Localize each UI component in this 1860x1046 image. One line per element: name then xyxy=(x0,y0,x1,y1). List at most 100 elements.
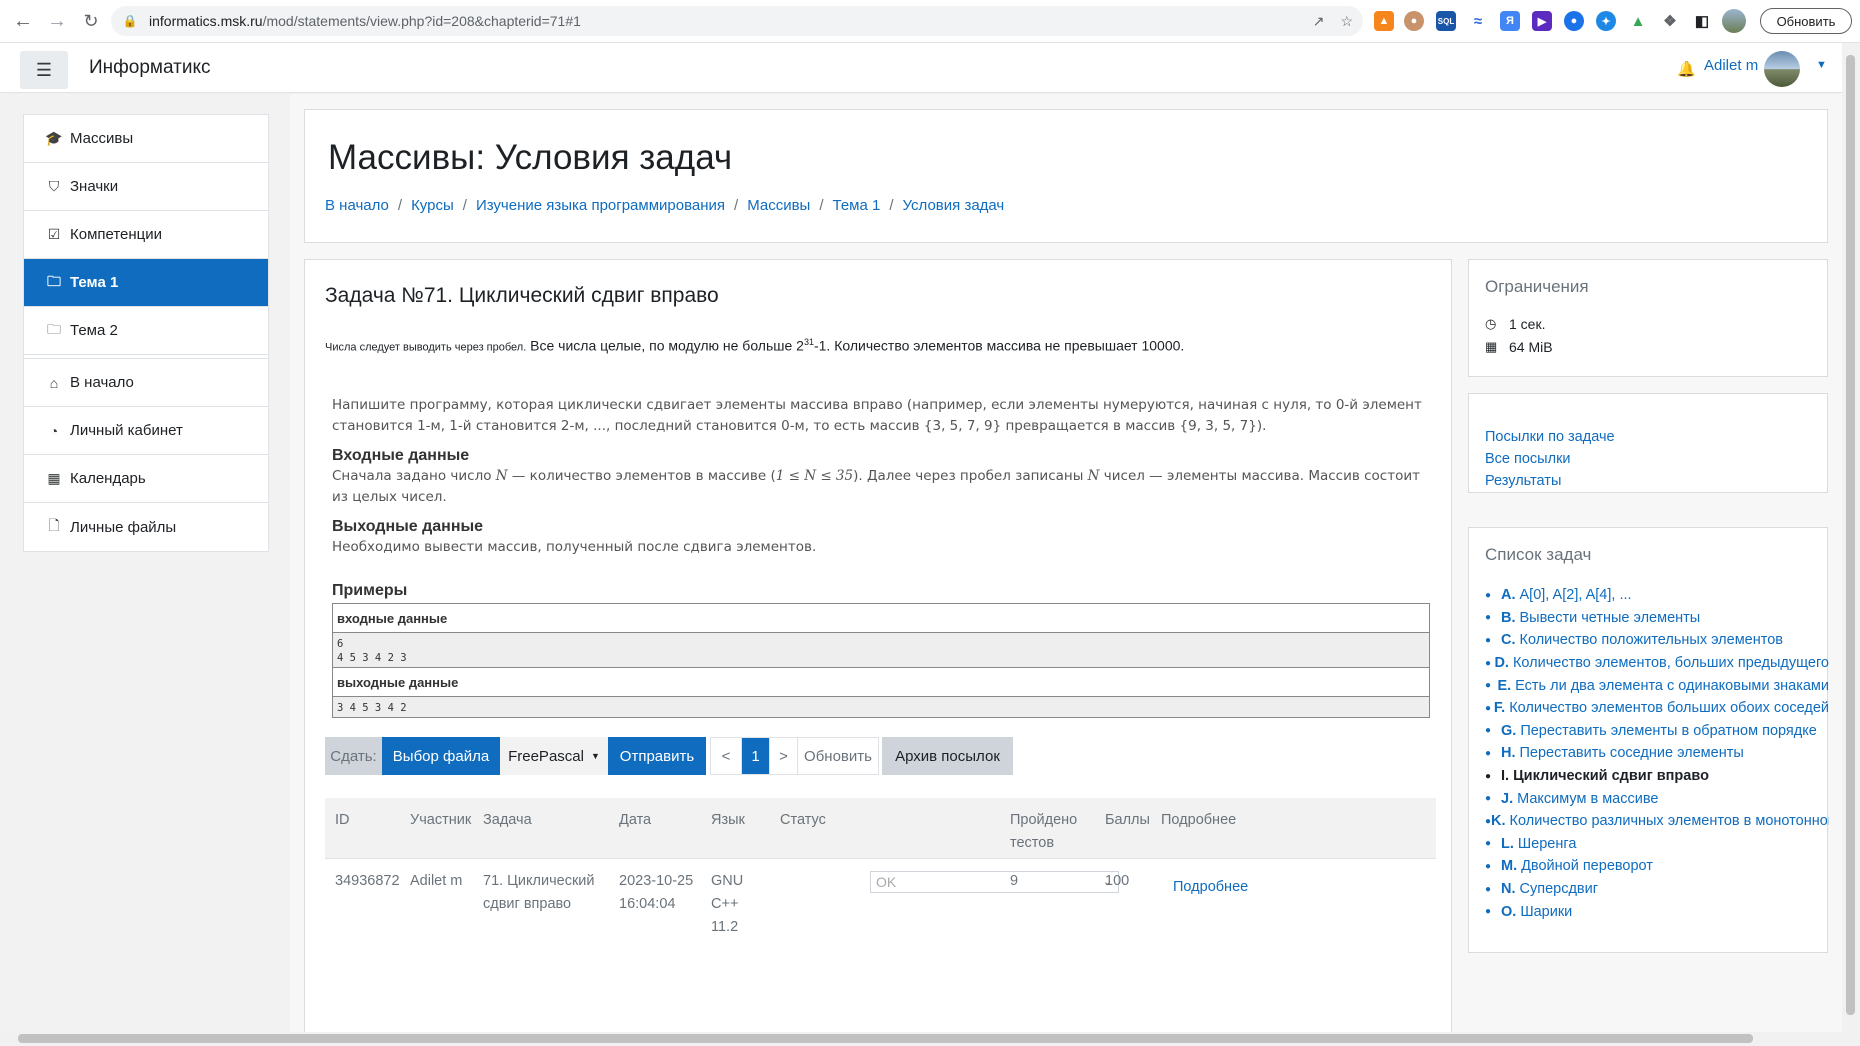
breadcrumb-link[interactable]: Курсы xyxy=(411,197,454,214)
pager-page-button[interactable]: 1 xyxy=(742,738,770,774)
task-list-item[interactable]: ● D. Количество элементов, больших предыду… xyxy=(1485,652,1829,675)
breadcrumb-link[interactable]: Тема 1 xyxy=(833,197,881,214)
nav-item-site[interactable]: ◔ Личный кабинет xyxy=(24,407,268,455)
col-header-tests: Пройдено тестов xyxy=(1010,812,1078,851)
reload-icon[interactable]: ↻ xyxy=(76,6,106,36)
all-submissions-link[interactable]: Все посылки xyxy=(1485,451,1571,467)
address-bar[interactable]: 🔒 informatics.msk.ru/mod/statements/view… xyxy=(111,6,1363,36)
task-list-item[interactable]: ● M. Двойной переворот xyxy=(1485,855,1829,878)
task-list-item[interactable]: ● E. Есть ли два элемента с одинаковыми зн… xyxy=(1485,674,1829,697)
example-input-data[interactable]: 6 4 5 3 4 2 3 xyxy=(333,633,1429,668)
clock-icon: ◷ xyxy=(1485,316,1497,331)
site-brand[interactable]: Информатикс xyxy=(89,57,210,79)
compass-extension-icon[interactable]: ✦ xyxy=(1596,11,1616,31)
bullet-icon: ● xyxy=(1485,702,1492,714)
submissions-table: ID Участник Задача Дата Язык Статус Прой… xyxy=(325,798,1436,949)
breadcrumb-link[interactable]: Условия задач xyxy=(903,197,1005,214)
language-select[interactable]: FreePascal ▼ xyxy=(500,737,608,775)
task-letter: M. xyxy=(1501,858,1518,875)
breadcrumb-link[interactable]: В начало xyxy=(325,197,389,214)
notification-bell-icon[interactable]: 🔔 xyxy=(1677,60,1696,78)
nav-item-course[interactable]: ☑ Компетенции xyxy=(24,211,268,259)
drive-extension-icon[interactable]: ▲ xyxy=(1628,11,1648,31)
wave-extension-icon[interactable]: ≈ xyxy=(1468,11,1488,31)
nav-item-course[interactable]: 🎓 Массивы xyxy=(24,115,268,163)
user-avatar[interactable] xyxy=(1764,51,1800,87)
task-submissions-link[interactable]: Посылки по задаче xyxy=(1485,429,1615,445)
task-name: Шеренга xyxy=(1517,835,1577,852)
browser-update-button[interactable]: Обновить xyxy=(1760,8,1852,34)
send-submission-button[interactable]: Отправить xyxy=(608,737,706,775)
task-list-item[interactable]: ● J. Максимум в массиве xyxy=(1485,787,1829,810)
submission-details-link[interactable]: Подробнее xyxy=(1173,876,1248,899)
pager-next-button[interactable]: > xyxy=(770,738,798,774)
col-header-user: Участник xyxy=(410,812,472,828)
submission-status-value: OK xyxy=(876,874,897,890)
nav-item-site[interactable]: ⌂ В начало xyxy=(24,359,268,407)
nav-item-course[interactable]: ⛉ Значки xyxy=(24,163,268,211)
vertical-scrollbar-thumb[interactable] xyxy=(1846,55,1855,1015)
task-list-item[interactable]: ● N. Суперсдвиг xyxy=(1485,878,1829,901)
choose-file-button[interactable]: Выбор файла xyxy=(382,737,500,775)
task-list-item[interactable]: ● I. Циклический сдвиг вправо xyxy=(1485,765,1829,788)
nav-item-course[interactable]: 🗀 Тема 2 xyxy=(24,307,268,355)
lock-icon[interactable]: 🔒 xyxy=(123,14,138,28)
bullet-icon: ● xyxy=(1485,589,1492,601)
task-list-item[interactable]: ● F. Количество элементов больших обоих со… xyxy=(1485,697,1829,720)
task-letter: N. xyxy=(1501,881,1516,898)
task-list-item[interactable]: ● C. Количество положительных элементов xyxy=(1485,629,1829,652)
task-list-item[interactable]: ● H. Переставить соседние элементы xyxy=(1485,742,1829,765)
nav-item-course[interactable]: 🗀 Тема 1 xyxy=(24,259,268,307)
task-list-item[interactable]: ● O. Шарики xyxy=(1485,900,1829,923)
time-limit-value: 1 сек. xyxy=(1509,316,1546,332)
results-link[interactable]: Результаты xyxy=(1485,473,1561,489)
nav-item-site[interactable]: ▦ Календарь xyxy=(24,455,268,503)
task-name: Вывести четные элементы xyxy=(1519,609,1701,626)
memory-limit-row: ▦ 64 MiB xyxy=(1485,339,1553,355)
caret-down-icon[interactable]: ▼ xyxy=(1816,59,1827,71)
submission-score: 100 xyxy=(1105,873,1130,889)
task-letter: G. xyxy=(1501,722,1517,739)
metamask-extension-icon[interactable]: ▲ xyxy=(1374,11,1394,31)
nav-item-site[interactable]: 🗋 Личные файлы xyxy=(24,503,268,551)
user-menu-name[interactable]: Adilet m xyxy=(1704,57,1758,74)
task-list-item[interactable]: ● B. Вывести четные элементы xyxy=(1485,607,1829,630)
back-icon[interactable]: ← xyxy=(8,6,38,36)
sidepanel-icon[interactable]: ◧ xyxy=(1692,11,1712,31)
col-header-date: Дата xyxy=(619,812,652,828)
avatar-extension-icon[interactable]: ● xyxy=(1404,11,1424,31)
profile-avatar-icon[interactable] xyxy=(1722,9,1746,33)
constraints-output-note: Числа следует выводить через пробел. xyxy=(325,341,527,354)
pager-prev-button[interactable]: < xyxy=(711,738,742,774)
example-output-data[interactable]: 3 4 5 3 4 2 xyxy=(333,697,1429,717)
constraints-text-b: -1. Количество элементов массива не прев… xyxy=(813,337,1185,354)
task-list-item[interactable]: ● G. Переставить элементы в обратном поряд… xyxy=(1485,720,1829,743)
refresh-submissions-button[interactable]: Обновить xyxy=(798,738,878,774)
example-input-line: 6 xyxy=(337,638,344,650)
submissions-archive-button[interactable]: Архив посылок xyxy=(882,737,1013,775)
horizontal-scrollbar-thumb[interactable] xyxy=(18,1034,1753,1043)
menu-toggle-icon[interactable]: ☰ xyxy=(20,51,68,89)
bullet-icon: ● xyxy=(1485,612,1492,624)
input-text-c: ). Далее через пробел записаны xyxy=(853,468,1088,484)
table-row: 34936872 Adilet m 71. Циклический сдвиг … xyxy=(325,859,1436,949)
input-text-b: — количество элементов в массиве ( xyxy=(507,468,776,484)
translate-extension-icon[interactable]: Я xyxy=(1500,11,1520,31)
constraints-exponent: 31 xyxy=(803,337,814,347)
sql-extension-icon[interactable]: SQL xyxy=(1436,11,1456,31)
circle-extension-icon[interactable]: ● xyxy=(1564,11,1584,31)
task-list-item[interactable]: ● A. A[0], A[2], A[4], ... xyxy=(1485,584,1829,607)
breadcrumb-link[interactable]: Массивы xyxy=(747,197,810,214)
breadcrumb-link[interactable]: Изучение языка программирования xyxy=(476,197,725,214)
forward-icon[interactable]: → xyxy=(42,6,72,36)
task-name: Двойной переворот xyxy=(1521,858,1653,875)
task-list-item[interactable]: ● L. Шеренга xyxy=(1485,833,1829,856)
nav-item-label: Личный кабинет xyxy=(70,422,183,439)
submission-status-select[interactable]: OK ⌄ xyxy=(870,871,1119,893)
task-list-item[interactable]: ● K. Количество различных элементов в моно… xyxy=(1485,810,1829,833)
puzzle-extensions-icon[interactable]: ❖ xyxy=(1660,11,1680,31)
submission-id: 34936872 xyxy=(335,873,400,889)
bookmark-star-icon[interactable]: ☆ xyxy=(1340,13,1353,30)
share-icon[interactable]: ↗ xyxy=(1313,13,1325,30)
media-extension-icon[interactable]: ▶ xyxy=(1532,11,1552,31)
